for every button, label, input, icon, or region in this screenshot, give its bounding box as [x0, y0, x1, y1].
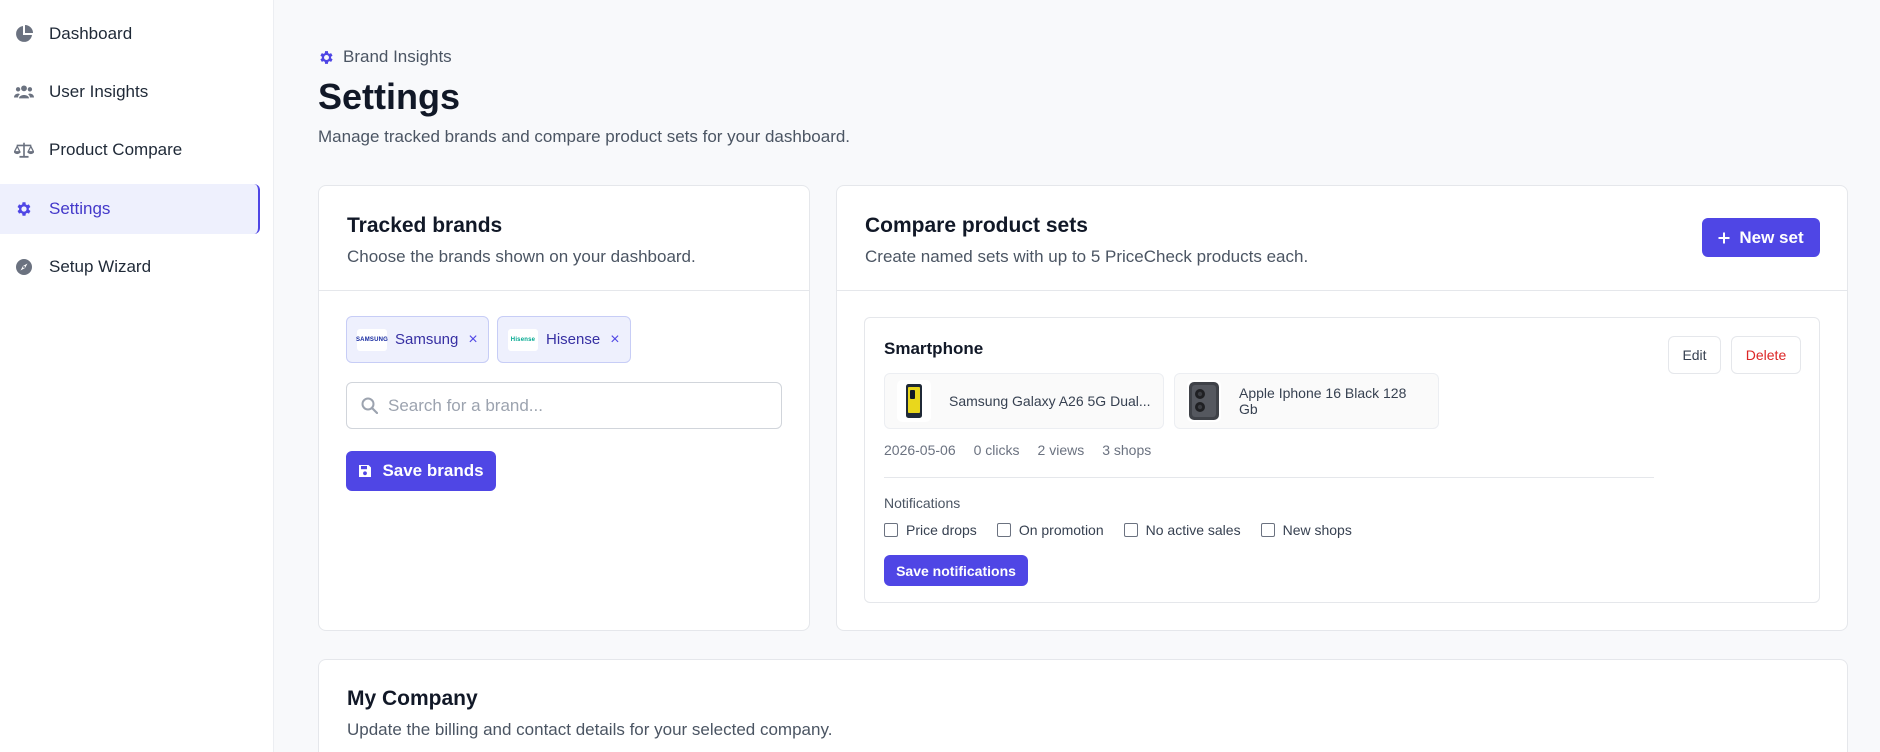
checkbox-label: Price drops	[906, 522, 977, 538]
product-item[interactable]: Samsung Galaxy A26 5G Dual...	[884, 373, 1164, 429]
set-views: 2 views	[1037, 442, 1085, 458]
checkbox-new-shops[interactable]: New shops	[1260, 522, 1352, 538]
sidebar-item-label: Settings	[49, 199, 111, 218]
brand-search-input[interactable]	[388, 395, 768, 416]
plus-icon	[1718, 232, 1730, 244]
scale-icon	[14, 140, 34, 160]
sidebar-item-label: Product Compare	[49, 140, 183, 159]
sidebar-item-label: Dashboard	[49, 24, 133, 43]
sidebar: Dashboard User Insights Product Compare …	[0, 0, 274, 752]
checkbox-label: On promotion	[1018, 522, 1104, 538]
edit-set-button[interactable]: Edit	[1668, 336, 1721, 374]
divider	[319, 290, 809, 291]
set-stats: 2026-05-06 0 clicks 2 views 3 shops	[884, 442, 1151, 458]
notifications-label: Notifications	[884, 495, 961, 511]
checkbox-label: No active sales	[1145, 522, 1241, 538]
product-item[interactable]: Apple Iphone 16 Black 128 Gb	[1174, 373, 1439, 429]
tracked-brands-subtitle: Choose the brands shown on your dashboar…	[347, 247, 696, 266]
sidebar-item-settings[interactable]: Settings	[0, 184, 260, 234]
save-brands-label: Save brands	[382, 461, 484, 480]
notification-options: Price drops On promotion No active sales…	[884, 522, 1352, 538]
set-clicks: 0 clicks	[973, 442, 1020, 458]
product-name: Apple Iphone 16 Black 128 Gb	[1239, 385, 1407, 417]
sidebar-item-label: Setup Wizard	[49, 257, 152, 276]
set-shops: 3 shops	[1102, 442, 1152, 458]
new-set-label: New set	[1739, 227, 1804, 247]
phone-thumbnail-icon	[1187, 380, 1221, 422]
search-icon	[361, 397, 378, 414]
sidebar-item-product-compare[interactable]: Product Compare	[0, 125, 260, 175]
gear-icon	[318, 49, 335, 66]
divider	[884, 477, 1654, 478]
page-subtitle: Manage tracked brands and compare produc…	[318, 127, 851, 146]
checkbox-box[interactable]	[996, 523, 1011, 537]
gear-icon	[14, 199, 34, 219]
product-set-card: Smartphone Edit Delete Samsung Galaxy A2…	[864, 317, 1820, 603]
my-company-subtitle: Update the billing and contact details f…	[347, 720, 833, 739]
checkbox-label: New shops	[1282, 522, 1352, 538]
breadcrumb-label: Brand Insights	[343, 47, 452, 66]
my-company-title: My Company	[347, 687, 478, 710]
my-company-card: My Company Update the billing and contac…	[318, 659, 1848, 752]
users-icon	[14, 82, 34, 102]
save-brands-button[interactable]: Save brands	[346, 451, 496, 491]
remove-brand-button[interactable]: ×	[468, 331, 477, 349]
brand-chip-hisense: Hisense Hisense ×	[497, 316, 631, 363]
sidebar-item-dashboard[interactable]: Dashboard	[0, 9, 260, 59]
hisense-logo-text: Hisense	[510, 336, 536, 343]
compare-sets-title: Compare product sets	[865, 214, 1088, 237]
checkbox-box[interactable]	[1123, 523, 1138, 537]
checkbox-price-drops[interactable]: Price drops	[884, 522, 977, 538]
set-date: 2026-05-06	[884, 442, 956, 458]
samsung-logo-text: SAMSUNG	[355, 336, 389, 343]
phone-thumbnail-icon	[897, 380, 931, 422]
sidebar-item-user-insights[interactable]: User Insights	[0, 67, 260, 117]
set-name: Smartphone	[884, 339, 984, 358]
remove-brand-button[interactable]: ×	[610, 331, 619, 349]
brand-search	[346, 382, 782, 429]
divider	[837, 290, 1847, 291]
checkbox-no-active-sales[interactable]: No active sales	[1123, 522, 1241, 538]
product-name: Samsung Galaxy A26 5G Dual...	[949, 393, 1151, 409]
page-title: Settings	[318, 76, 461, 117]
delete-set-button[interactable]: Delete	[1731, 336, 1801, 374]
hisense-logo-icon: Hisense	[508, 328, 538, 351]
tracked-brands-title: Tracked brands	[347, 214, 503, 237]
brand-chip-label: Samsung	[395, 331, 459, 348]
brand-chip-samsung: SAMSUNG Samsung ×	[346, 316, 489, 363]
checkbox-box[interactable]	[1260, 523, 1275, 537]
sidebar-item-setup-wizard[interactable]: Setup Wizard	[0, 242, 260, 292]
samsung-logo-icon: SAMSUNG	[355, 328, 389, 351]
new-set-button[interactable]: New set	[1702, 218, 1820, 257]
compass-icon	[14, 257, 34, 277]
save-icon	[358, 464, 372, 478]
save-notifications-button[interactable]: Save notifications	[884, 555, 1028, 586]
pie-chart-icon	[14, 24, 34, 44]
compare-sets-subtitle: Create named sets with up to 5 PriceChec…	[865, 247, 1309, 266]
sidebar-item-label: User Insights	[49, 82, 149, 101]
brand-chip-label: Hisense	[546, 331, 601, 348]
checkbox-on-promotion[interactable]: On promotion	[996, 522, 1104, 538]
breadcrumb: Brand Insights	[318, 47, 452, 67]
checkbox-box[interactable]	[884, 523, 898, 537]
